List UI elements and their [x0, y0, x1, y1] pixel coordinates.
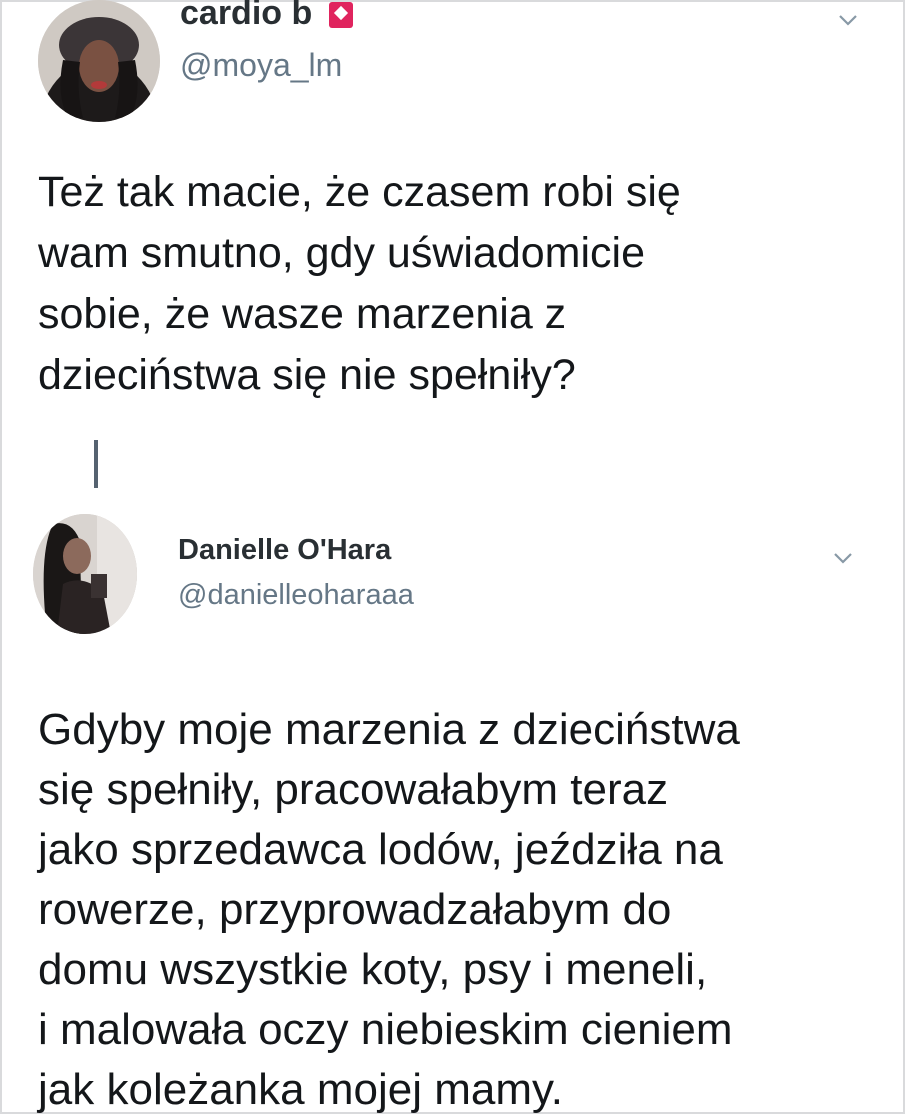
tweet-text: Gdyby moje marzenia z dzieciństwa się sp… — [38, 705, 740, 1114]
tweet-text: Też tak macie, że czasem robi się wam sm… — [38, 168, 681, 399]
avatar[interactable] — [38, 0, 160, 122]
thread-connector — [94, 440, 98, 488]
chevron-down-icon[interactable] — [833, 552, 853, 564]
avatar[interactable] — [33, 514, 137, 634]
user-handle[interactable]: @moya_lm — [180, 47, 342, 84]
tweet-reply: Danielle O'Hara @danielleoharaaa Gdyby m… — [0, 500, 905, 1114]
chevron-down-icon[interactable] — [838, 14, 858, 26]
user-handle[interactable]: @danielleoharaaa — [178, 579, 414, 612]
display-name[interactable]: Danielle O'Hara — [178, 534, 391, 567]
lock-badge-icon — [329, 2, 353, 28]
display-name[interactable]: cardio b — [180, 0, 312, 33]
avatar-image — [38, 0, 160, 122]
avatar-image — [33, 514, 137, 634]
tweet-original: cardio b @moya_lm Też tak macie, że czas… — [0, 0, 905, 420]
